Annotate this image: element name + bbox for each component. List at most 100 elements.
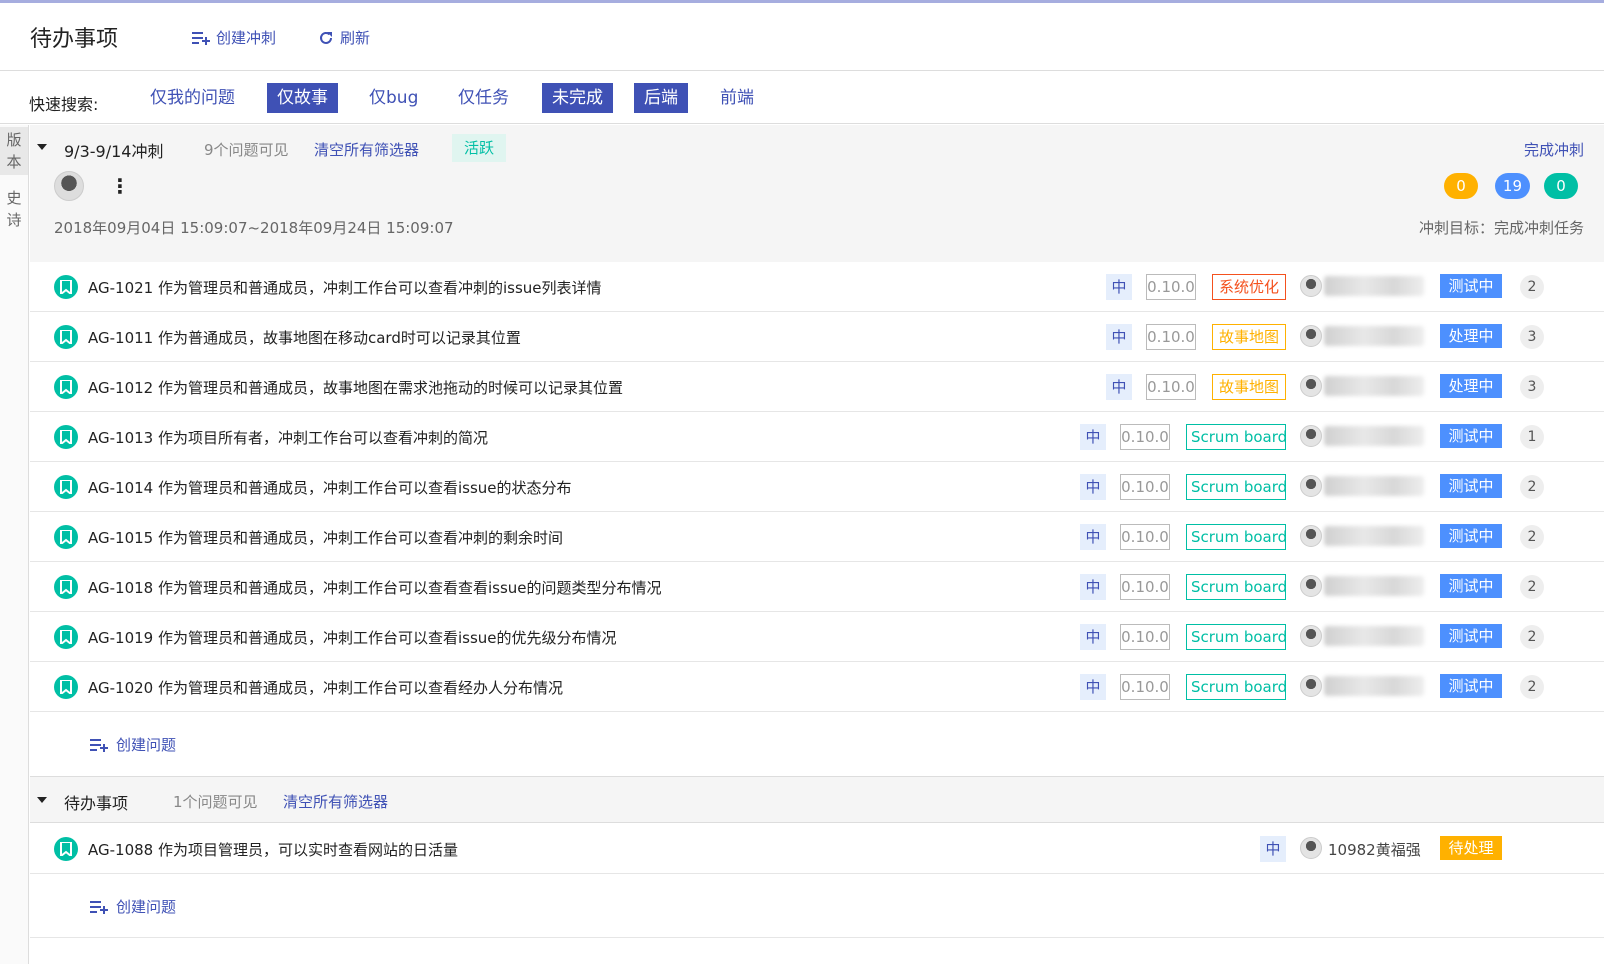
refresh-icon	[320, 31, 332, 44]
filter-my-issues[interactable]: 仅我的问题	[140, 83, 245, 113]
filter-unfinished[interactable]: 未完成	[542, 83, 613, 113]
count-doing-value: 19	[1502, 177, 1522, 195]
version-tag: 0.10.0	[1120, 624, 1170, 650]
create-sprint-button[interactable]: 创建冲刺	[192, 27, 276, 48]
epic-tag: 系统优化	[1212, 274, 1286, 300]
issue-row[interactable]: AG-1018 作为管理员和普通成员，冲刺工作台可以查看查看issue的问题类型…	[30, 562, 1604, 612]
issue-row[interactable]: AG-1019 作为管理员和普通成员，冲刺工作台可以查看issue的优先级分布情…	[30, 612, 1604, 662]
playlist-add-icon	[192, 31, 210, 45]
priority-badge: 中	[1106, 324, 1132, 350]
sprint-assignee-avatar[interactable]	[54, 171, 84, 201]
issue-row[interactable]: AG-1014 作为管理员和普通成员，冲刺工作台可以查看issue的状态分布 中 0…	[30, 462, 1604, 512]
filter-backend[interactable]: 后端	[634, 83, 688, 113]
count-todo-pill: 0	[1444, 173, 1478, 199]
story-type-icon	[54, 475, 78, 499]
assignee-name-redacted	[1324, 626, 1424, 646]
backlog-create-issue-area: 创建问题	[30, 874, 1604, 938]
sprint-collapse-caret-icon[interactable]	[37, 144, 47, 150]
backlog-collapse-caret-icon[interactable]	[37, 797, 47, 803]
page-title: 待办事项	[30, 27, 119, 52]
epic-tag: Scrum board	[1186, 474, 1287, 500]
status-badge: 待处理	[1440, 836, 1502, 860]
filter-bugs-only[interactable]: 仅bug	[359, 83, 428, 113]
backlog-visible-count: 1个问题可见	[173, 793, 258, 811]
sprint-name: 9/3-9/14冲刺	[64, 142, 164, 161]
filter-tasks-only[interactable]: 仅任务	[448, 83, 519, 113]
backlog-create-issue-button[interactable]: 创建问题	[90, 896, 176, 917]
story-points-badge: 3	[1520, 375, 1544, 399]
issue-summary: AG-1019 作为管理员和普通成员，冲刺工作台可以查看issue的优先级分布情…	[88, 629, 617, 647]
assignee-name-redacted	[1324, 376, 1424, 396]
status-badge: 测试中	[1440, 674, 1502, 698]
story-points-badge: 3	[1520, 325, 1544, 349]
more-options-icon[interactable]: ⋮	[110, 175, 130, 197]
issue-row[interactable]: AG-1012 作为管理员和普通成员，故事地图在需求池拖动的时候可以记录其位置 中…	[30, 362, 1604, 412]
issue-row[interactable]: AG-1021 作为管理员和普通成员，冲刺工作台可以查看冲刺的issue列表详情…	[30, 262, 1604, 312]
side-tab-version[interactable]: 版本	[0, 127, 28, 175]
issue-summary: AG-1021 作为管理员和普通成员，冲刺工作台可以查看冲刺的issue列表详情	[88, 279, 602, 297]
priority-badge: 中	[1080, 474, 1106, 500]
version-tag: 0.10.0	[1146, 374, 1196, 400]
story-type-icon	[54, 425, 78, 449]
story-points-badge: 2	[1520, 675, 1544, 699]
version-tag: 0.10.0	[1120, 574, 1170, 600]
sprint-dates: 2018年09月04日 15:09:07~2018年09月24日 15:09:0…	[54, 219, 454, 237]
backlog-clear-filters-link[interactable]: 清空所有筛选器	[283, 791, 388, 812]
story-points-badge: 2	[1520, 575, 1544, 599]
issue-summary: AG-1015 作为管理员和普通成员，冲刺工作台可以查看冲刺的剩余时间	[88, 529, 563, 547]
playlist-add-icon	[90, 900, 108, 914]
issue-row[interactable]: AG-1013 作为项目所有者，冲刺工作台可以查看冲刺的简况 中 0.10.0 Scr…	[30, 412, 1604, 462]
refresh-button[interactable]: 刷新	[318, 27, 370, 48]
refresh-label: 刷新	[340, 29, 371, 47]
story-type-icon	[54, 375, 78, 399]
assignee-avatar	[1300, 625, 1322, 647]
story-type-icon	[54, 575, 78, 599]
story-points-badge: 2	[1520, 525, 1544, 549]
epic-tag: Scrum board	[1186, 674, 1287, 700]
issue-row[interactable]: AG-1015 作为管理员和普通成员，冲刺工作台可以查看冲刺的剩余时间 中 0.10…	[30, 512, 1604, 562]
sprint-create-issue-button[interactable]: 创建问题	[90, 734, 176, 755]
side-tab-epic[interactable]: 史诗	[0, 187, 28, 231]
epic-tag: 故事地图	[1212, 324, 1286, 350]
issue-summary: AG-1011 作为普通成员，故事地图在移动card时可以记录其位置	[88, 329, 521, 347]
epic-tag: 故事地图	[1212, 374, 1286, 400]
sprint-visible-count: 9个问题可见	[204, 141, 289, 159]
quick-search-label: 快速搜索:	[29, 95, 99, 114]
status-badge: 测试中	[1440, 574, 1502, 598]
count-done-value: 0	[1556, 177, 1566, 195]
quick-search-bar: 快速搜索: 仅我的问题 仅故事 仅bug 仅任务 未完成 后端 前端	[0, 72, 1604, 124]
issue-summary: AG-1012 作为管理员和普通成员，故事地图在需求池拖动的时候可以记录其位置	[88, 379, 623, 397]
filter-frontend[interactable]: 前端	[710, 83, 764, 113]
sprint-create-issue-area: 创建问题	[30, 712, 1604, 776]
sprint-goal: 冲刺目标：完成冲刺任务	[1418, 219, 1584, 237]
side-tabs: 版本 史诗	[0, 125, 29, 964]
story-type-icon	[54, 625, 78, 649]
assignee-avatar	[1300, 425, 1322, 447]
story-points-badge: 2	[1520, 475, 1544, 499]
sprint-clear-filters-link[interactable]: 清空所有筛选器	[314, 139, 419, 160]
assignee-name: 10982黄福强	[1328, 841, 1421, 859]
status-badge: 测试中	[1440, 274, 1502, 298]
complete-sprint-button[interactable]: 完成冲刺	[1524, 139, 1584, 160]
assignee-avatar	[1300, 525, 1322, 547]
issue-summary: AG-1014 作为管理员和普通成员，冲刺工作台可以查看issue的状态分布	[88, 479, 572, 497]
issue-row[interactable]: AG-1088 作为项目管理员，可以实时查看网站的日活量 中 10982黄福强 待处理	[30, 824, 1604, 874]
priority-badge: 中	[1080, 624, 1106, 650]
status-badge: 处理中	[1440, 374, 1502, 398]
story-type-icon	[54, 675, 78, 699]
issue-row[interactable]: AG-1011 作为普通成员，故事地图在移动card时可以记录其位置 中 0.10.…	[30, 312, 1604, 362]
filter-stories-only[interactable]: 仅故事	[267, 83, 338, 113]
assignee-name-redacted	[1324, 526, 1424, 546]
issue-summary: AG-1018 作为管理员和普通成员，冲刺工作台可以查看查看issue的问题类型…	[88, 579, 662, 597]
assignee-avatar	[1300, 275, 1322, 297]
assignee-name-redacted	[1324, 426, 1424, 446]
version-tag: 0.10.0	[1120, 424, 1170, 450]
story-type-icon	[54, 837, 78, 861]
assignee-name-redacted	[1324, 476, 1424, 496]
assignee-avatar	[1300, 475, 1322, 497]
status-badge: 测试中	[1440, 624, 1502, 648]
issue-summary: AG-1013 作为项目所有者，冲刺工作台可以查看冲刺的简况	[88, 429, 488, 447]
issue-row[interactable]: AG-1020 作为管理员和普通成员，冲刺工作台可以查看经办人分布情况 中 0.10…	[30, 662, 1604, 712]
sprint-state-badge: 活跃	[452, 134, 507, 162]
version-tag: 0.10.0	[1120, 524, 1170, 550]
